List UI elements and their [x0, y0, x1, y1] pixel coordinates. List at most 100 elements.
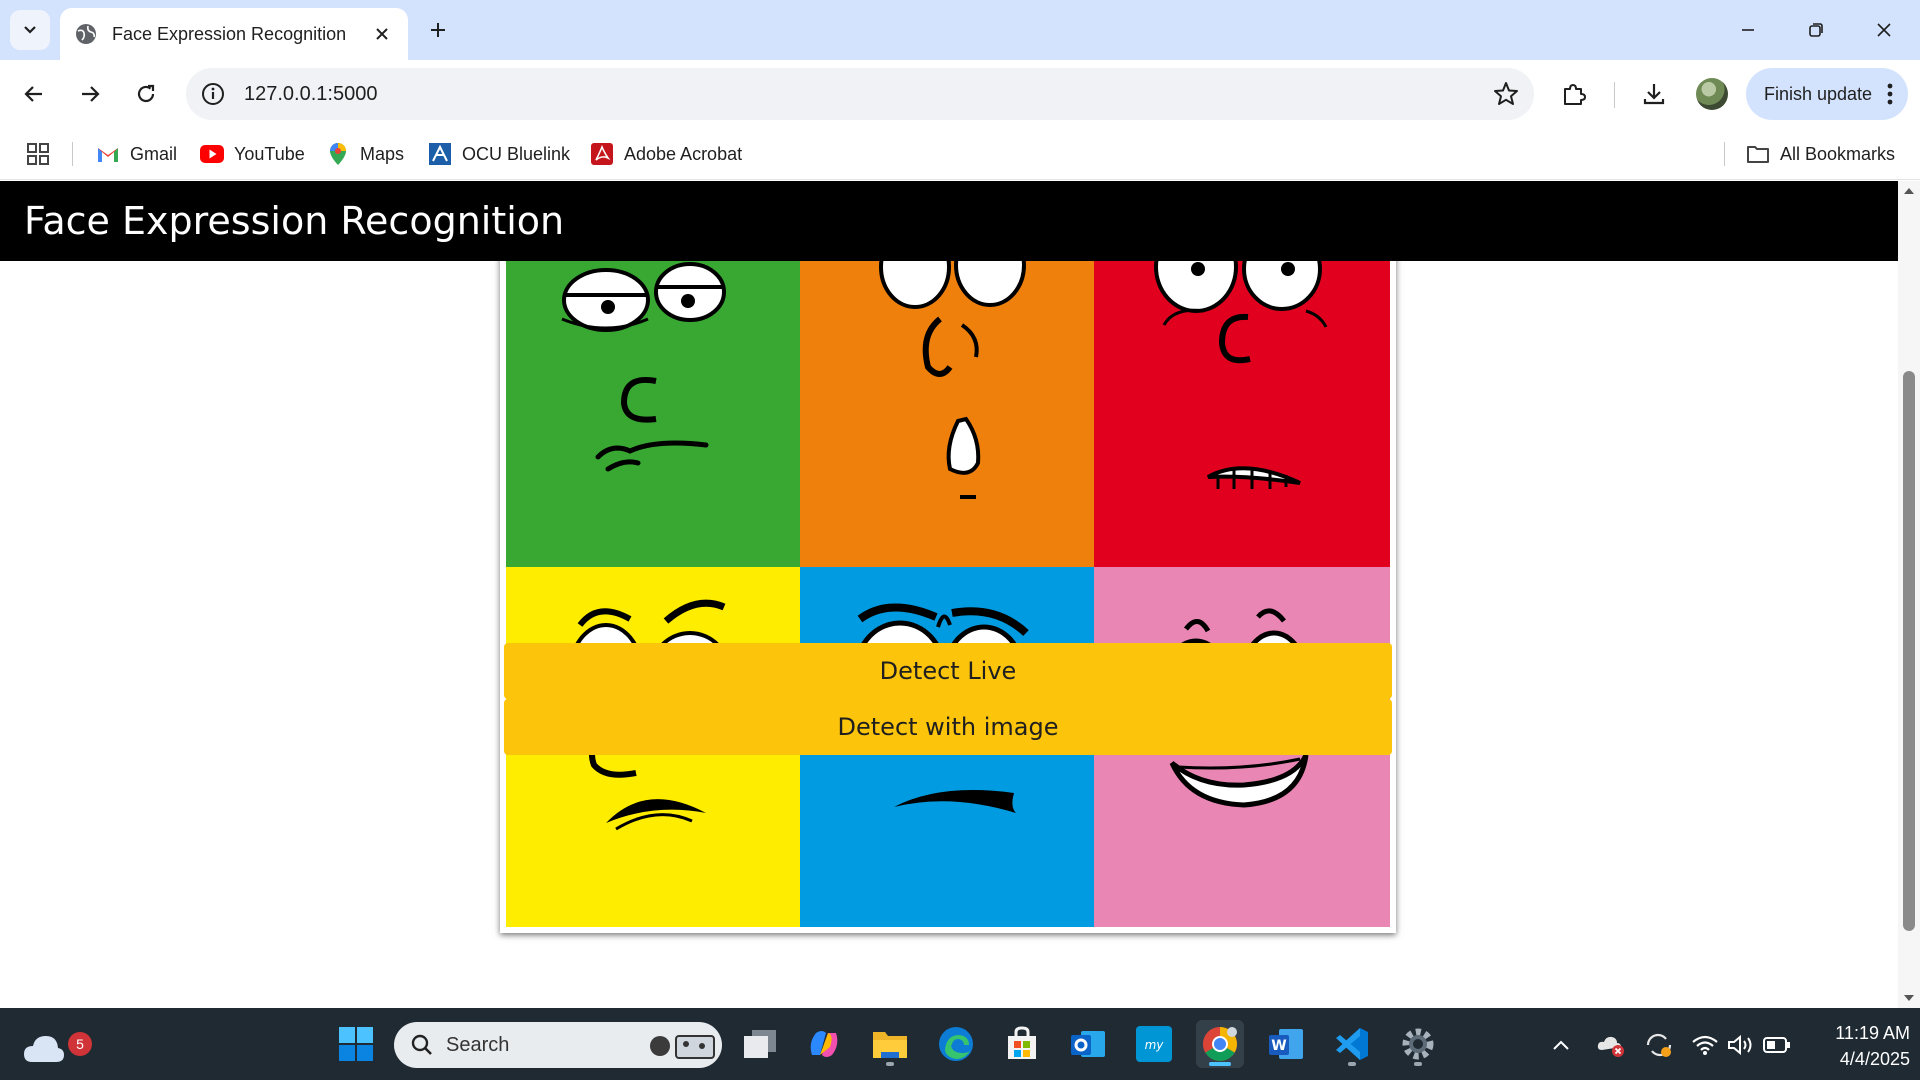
disgusted-face-icon: [506, 207, 800, 567]
onedrive-error-icon: [1597, 1036, 1624, 1057]
surprised-face-icon: [800, 207, 1094, 567]
profile-avatar[interactable]: [1696, 78, 1728, 110]
bookmark-ocu-bluelink[interactable]: OCU Bluelink: [428, 138, 570, 170]
myhp-icon: my: [1136, 1026, 1172, 1062]
cloud-icon: [24, 1036, 64, 1062]
minimize-button[interactable]: [1726, 10, 1770, 50]
all-bookmarks-button[interactable]: All Bookmarks: [1746, 138, 1895, 170]
taskbar-search[interactable]: Search: [394, 1022, 722, 1068]
svg-text:W: W: [1271, 1038, 1286, 1054]
wifi-button[interactable]: [1690, 1030, 1720, 1060]
bookmarks-divider: [72, 142, 73, 166]
vscode-button[interactable]: [1328, 1020, 1376, 1068]
app-header: Face Expression Recognition: [0, 181, 1898, 261]
windows-logo-icon: [339, 1027, 373, 1061]
reload-button[interactable]: [126, 74, 166, 114]
task-view-icon: [744, 1030, 776, 1058]
close-window-button[interactable]: [1862, 10, 1906, 50]
page-scrollbar[interactable]: [1898, 181, 1920, 1008]
myhp-button[interactable]: my: [1130, 1020, 1178, 1068]
task-view-button[interactable]: [736, 1020, 784, 1068]
chevron-up-icon: [1553, 1040, 1569, 1050]
minimize-icon: [1742, 29, 1754, 31]
reload-icon: [137, 84, 155, 103]
chevron-down-icon: [24, 26, 36, 34]
arrow-left-icon: [24, 86, 42, 102]
finish-update-button[interactable]: Finish update: [1746, 68, 1908, 120]
clock-time: 11:19 AM: [1835, 1023, 1910, 1043]
detect-live-button[interactable]: Detect Live: [504, 643, 1392, 699]
show-hidden-icons-button[interactable]: [1546, 1030, 1576, 1060]
battery-button[interactable]: [1762, 1030, 1792, 1060]
search-label: Search: [446, 1033, 510, 1056]
back-button[interactable]: [14, 74, 54, 114]
downloads-button[interactable]: [1634, 74, 1674, 114]
volume-button[interactable]: [1726, 1030, 1756, 1060]
taskbar-clock[interactable]: 11:19 AM 4/4/2025: [1800, 1020, 1910, 1072]
address-bar[interactable]: 127.0.0.1:5000: [186, 68, 1534, 120]
chrome-icon: [1203, 1027, 1237, 1061]
tab-title: Face Expression Recognition: [112, 23, 347, 44]
windows-taskbar: 5 Search my W 11:19 AM 4/4/2025: [0, 1008, 1920, 1080]
onedrive-status-button[interactable]: [1596, 1030, 1626, 1060]
restore-icon: [1809, 23, 1823, 37]
adobe-acrobat-icon: [590, 142, 614, 166]
settings-button[interactable]: [1394, 1020, 1442, 1068]
finish-update-label: Finish update: [1764, 83, 1873, 104]
face-cell-red: [1094, 207, 1390, 567]
chrome-button[interactable]: [1196, 1020, 1244, 1068]
start-button[interactable]: [332, 1020, 380, 1068]
folder-icon: [1746, 142, 1770, 166]
page-viewport: Face Expression Recognition Detect Live …: [0, 181, 1898, 1008]
restore-button[interactable]: [1794, 10, 1838, 50]
close-tab-button[interactable]: [370, 22, 394, 46]
tab-strip: Face Expression Recognition: [0, 0, 1920, 60]
scroll-up-arrow-icon[interactable]: [1903, 185, 1915, 197]
battery-icon: [1763, 1037, 1790, 1053]
url-text[interactable]: 127.0.0.1:5000: [244, 83, 1492, 106]
all-bookmarks-label: All Bookmarks: [1780, 143, 1896, 164]
scrollbar-thumb[interactable]: [1903, 371, 1915, 931]
expressions-image: [506, 207, 1390, 927]
forward-button[interactable]: [70, 74, 110, 114]
sync-status-button[interactable]: [1644, 1030, 1674, 1060]
fearful-face-icon: [1094, 207, 1390, 567]
active-tab[interactable]: Face Expression Recognition: [60, 8, 408, 60]
folder-icon: [873, 1032, 907, 1058]
tab-search-button[interactable]: [10, 10, 50, 50]
plus-icon: [431, 23, 445, 37]
word-button[interactable]: W: [1262, 1020, 1310, 1068]
microsoft-store-button[interactable]: [998, 1020, 1046, 1068]
search-icon: [411, 1034, 432, 1055]
bookmark-gmail[interactable]: Gmail: [96, 138, 177, 170]
apps-button[interactable]: [26, 138, 50, 170]
site-info-icon[interactable]: [200, 81, 226, 107]
detect-with-image-button[interactable]: Detect with image: [504, 699, 1392, 755]
bookmark-adobe-acrobat[interactable]: Adobe Acrobat: [590, 138, 742, 170]
edge-button[interactable]: [932, 1020, 980, 1068]
new-tab-button[interactable]: [422, 14, 454, 46]
browser-toolbar: 127.0.0.1:5000 Finish update: [0, 60, 1920, 128]
search-highlight-icon: [650, 1035, 715, 1059]
volume-icon: [1728, 1034, 1752, 1056]
more-options-icon: [1887, 83, 1893, 105]
clock-date: 4/4/2025: [1839, 1049, 1910, 1069]
maps-pin-icon: [326, 142, 350, 166]
edge-icon: [939, 1027, 973, 1061]
bookmark-youtube[interactable]: YouTube: [200, 138, 305, 170]
running-indicator: [1414, 1062, 1422, 1066]
copilot-button[interactable]: [800, 1020, 848, 1068]
gear-icon: [1402, 1028, 1434, 1060]
bookmark-maps[interactable]: Maps: [326, 138, 404, 170]
scroll-down-arrow-icon[interactable]: [1903, 992, 1915, 1004]
gmail-icon: [96, 142, 120, 166]
toolbar-divider: [1614, 82, 1615, 108]
weather-widget[interactable]: 5: [22, 1022, 92, 1066]
bookmark-star-icon[interactable]: [1492, 80, 1520, 108]
expressions-image-card: [500, 201, 1396, 933]
extensions-button[interactable]: [1554, 74, 1594, 114]
outlook-button[interactable]: [1064, 1020, 1112, 1068]
download-icon: [1643, 84, 1665, 105]
file-explorer-button[interactable]: [866, 1020, 914, 1068]
close-icon: [376, 28, 388, 40]
